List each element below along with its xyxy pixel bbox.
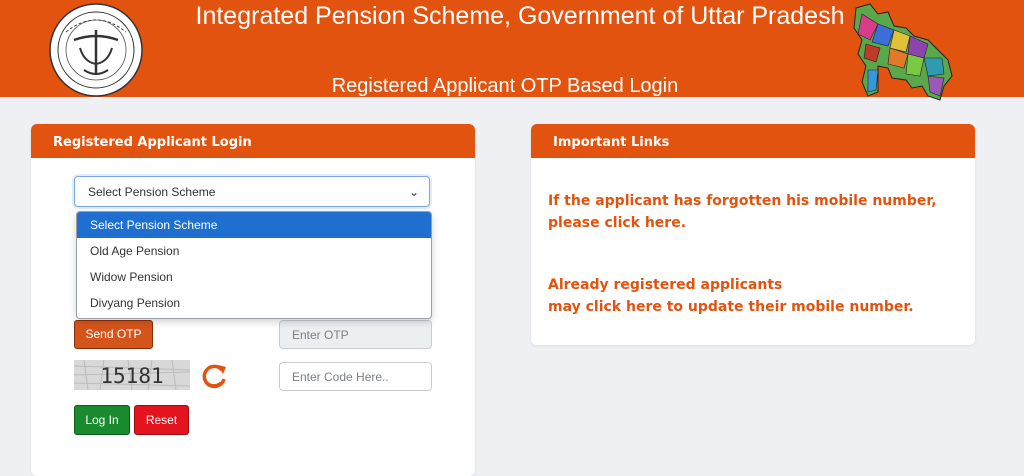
login-card-heading: Registered Applicant Login [31,124,475,158]
pension-scheme-selected-value: Select Pension Scheme [88,185,216,199]
otp-input[interactable] [279,320,432,349]
important-links-card: Important Links If the applicant has for… [531,124,975,345]
important-links-heading: Important Links [531,124,975,158]
scheme-option-divyang[interactable]: Divyang Pension [77,290,431,316]
scheme-option-old-age[interactable]: Old Age Pension [77,238,431,264]
login-button[interactable]: Log In [74,405,130,435]
up-government-emblem-icon [49,3,143,97]
scheme-option-widow[interactable]: Widow Pension [77,264,431,290]
update-mobile-line-1: Already registered applicants [548,277,783,293]
captcha-code: 15181 [100,364,164,388]
captcha-code-input[interactable] [279,362,432,391]
update-mobile-link[interactable]: Already registered applicants may click … [548,274,958,318]
chevron-down-icon: ⌄ [408,185,419,199]
captcha-image: 15181 [74,360,190,390]
uttar-pradesh-district-map-icon [853,3,953,101]
update-mobile-line-2: may click here to update their mobile nu… [548,299,914,315]
pension-scheme-select[interactable]: Select Pension Scheme ⌄ [74,176,430,207]
refresh-captcha-icon[interactable] [199,361,229,391]
registered-applicant-login-card: Registered Applicant Login Select Pensio… [31,124,475,476]
reset-button[interactable]: Reset [134,405,189,435]
page-title: Integrated Pension Scheme, Government of… [195,2,845,30]
site-header: Integrated Pension Scheme, Government of… [0,0,1024,101]
pension-scheme-dropdown-list: Select Pension Scheme Old Age Pension Wi… [76,211,432,319]
page-subtitle: Registered Applicant OTP Based Login [331,75,679,97]
forgot-mobile-link[interactable]: If the applicant has forgotten his mobil… [548,190,958,234]
send-otp-button[interactable]: Send OTP [74,320,153,349]
scheme-option-select[interactable]: Select Pension Scheme [77,212,431,238]
